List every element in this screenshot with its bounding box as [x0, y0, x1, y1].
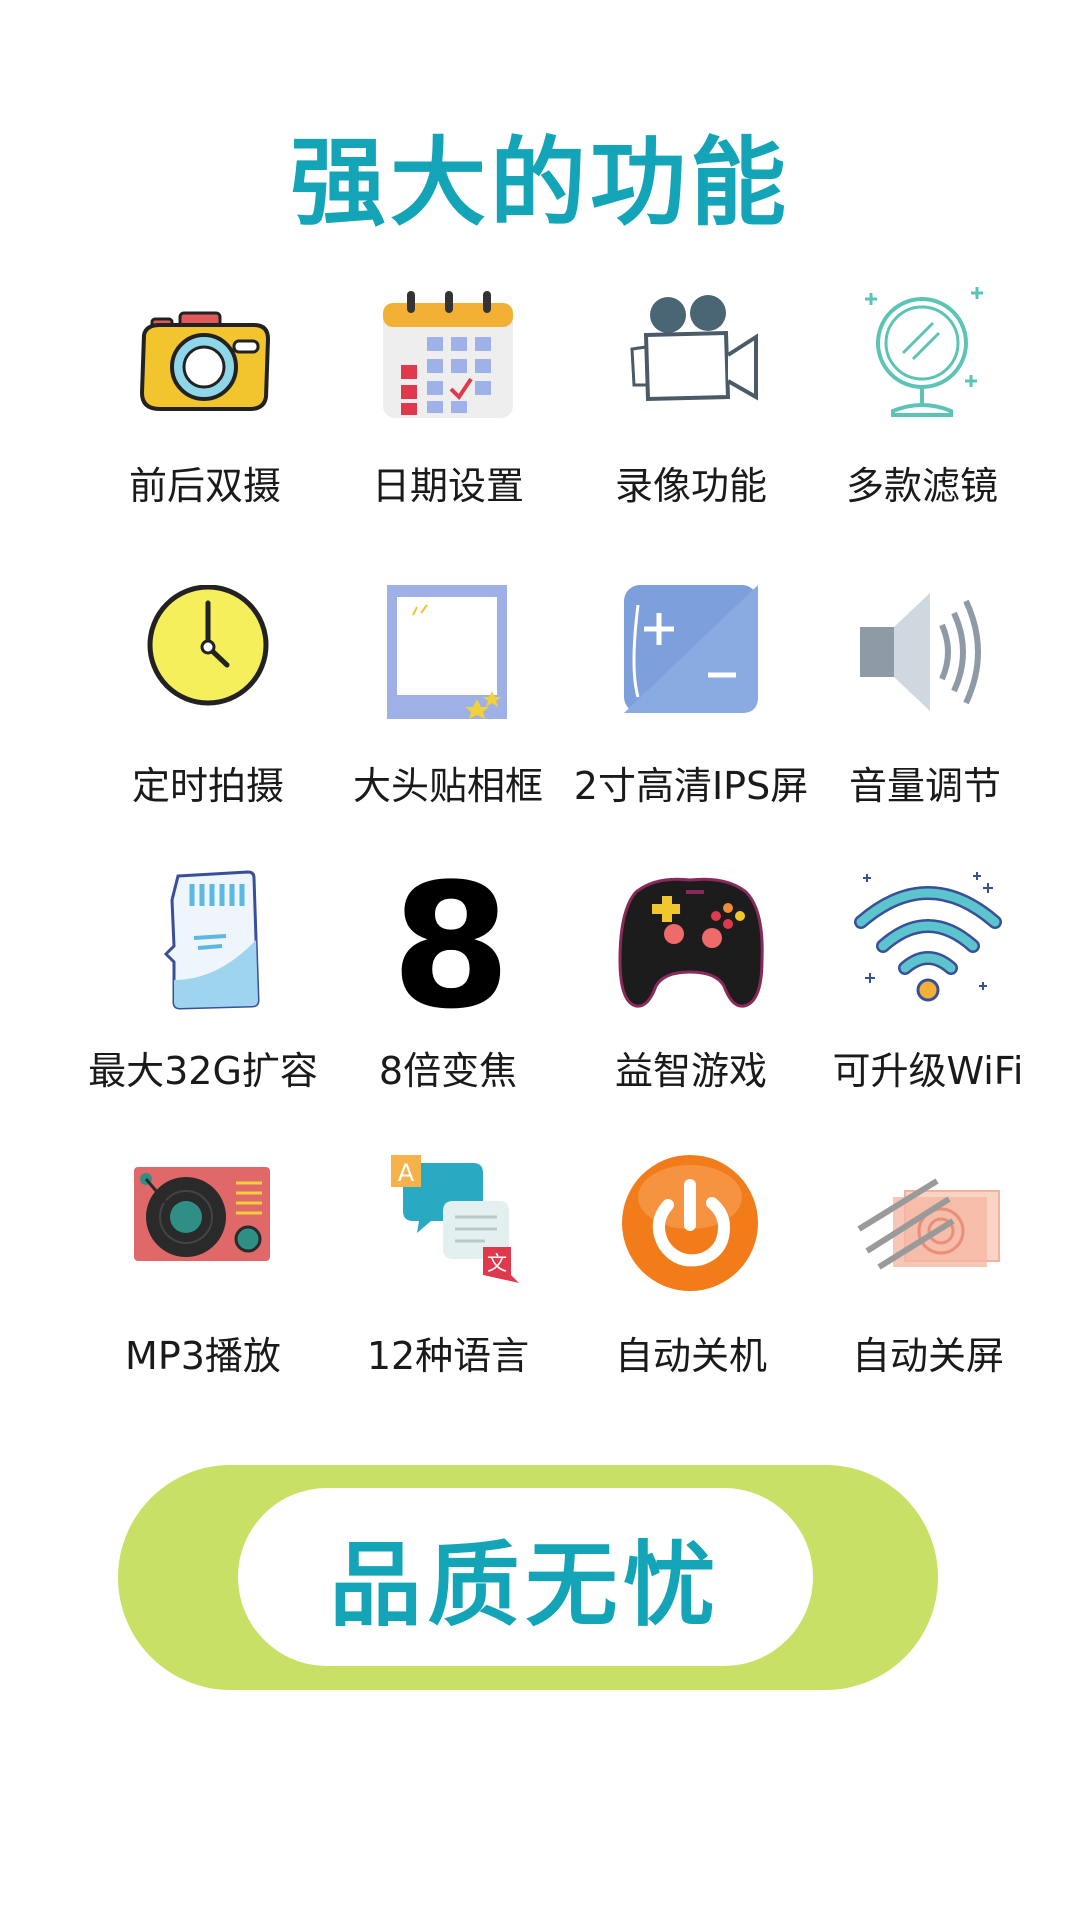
feature-storage: 最大32G扩容: [78, 870, 328, 1110]
wifi-icon: [853, 870, 1003, 1020]
feature-auto-shutdown: 自动关机: [566, 1155, 816, 1395]
feature-ips-screen: 2寸高清IPS屏: [566, 585, 816, 825]
feature-auto-screen-off: 自动关屏: [803, 1155, 1053, 1395]
calendar-icon: [373, 285, 523, 435]
screen-off-icon: [853, 1155, 1003, 1305]
feature-label: 可升级WiFi: [832, 1049, 1024, 1093]
feature-games: 益智游戏: [566, 870, 816, 1110]
photo-frame-icon: [373, 585, 523, 735]
gamepad-icon: [616, 870, 766, 1020]
feature-volume: 音量调节: [800, 585, 1050, 825]
page-title: 强大的功能: [290, 127, 790, 239]
feature-label: 自动关屏: [851, 1334, 1004, 1378]
power-icon: [616, 1155, 766, 1305]
feature-zoom: 8 8倍变焦: [323, 870, 573, 1110]
sd-card-icon: [128, 870, 278, 1020]
feature-wifi: 可升级WiFi: [803, 870, 1053, 1110]
quality-badge-inner: 品质无忧: [238, 1488, 813, 1666]
feature-languages: A 文 12种语言: [323, 1155, 573, 1395]
feature-filters: 多款滤镜: [797, 285, 1047, 525]
feature-photo-frame: 大头贴相框: [323, 585, 573, 825]
svg-text:A: A: [398, 1159, 415, 1187]
video-camera-icon: [616, 285, 766, 435]
feature-label: 多款滤镜: [845, 464, 998, 508]
feature-label: 音量调节: [848, 764, 1001, 808]
mirror-icon: [847, 285, 997, 435]
svg-text:8: 8: [391, 870, 511, 1020]
feature-timer: 定时拍摄: [83, 585, 333, 825]
quality-badge-text: 品质无忧: [329, 1531, 722, 1639]
turntable-icon: [128, 1155, 278, 1305]
clock-icon: [133, 585, 283, 735]
feature-dual-camera: 前后双摄: [80, 285, 330, 525]
feature-mp3: MP3播放: [78, 1155, 328, 1395]
translate-icon: A 文: [373, 1155, 523, 1305]
feature-date-setting: 日期设置: [323, 285, 573, 525]
speaker-icon: [850, 585, 1000, 735]
screen-icon: [616, 585, 766, 735]
camera-icon: [130, 285, 280, 435]
svg-text:文: 文: [487, 1251, 507, 1275]
quality-badge: 品质无忧: [118, 1465, 938, 1690]
number-eight-icon: 8: [373, 870, 523, 1020]
